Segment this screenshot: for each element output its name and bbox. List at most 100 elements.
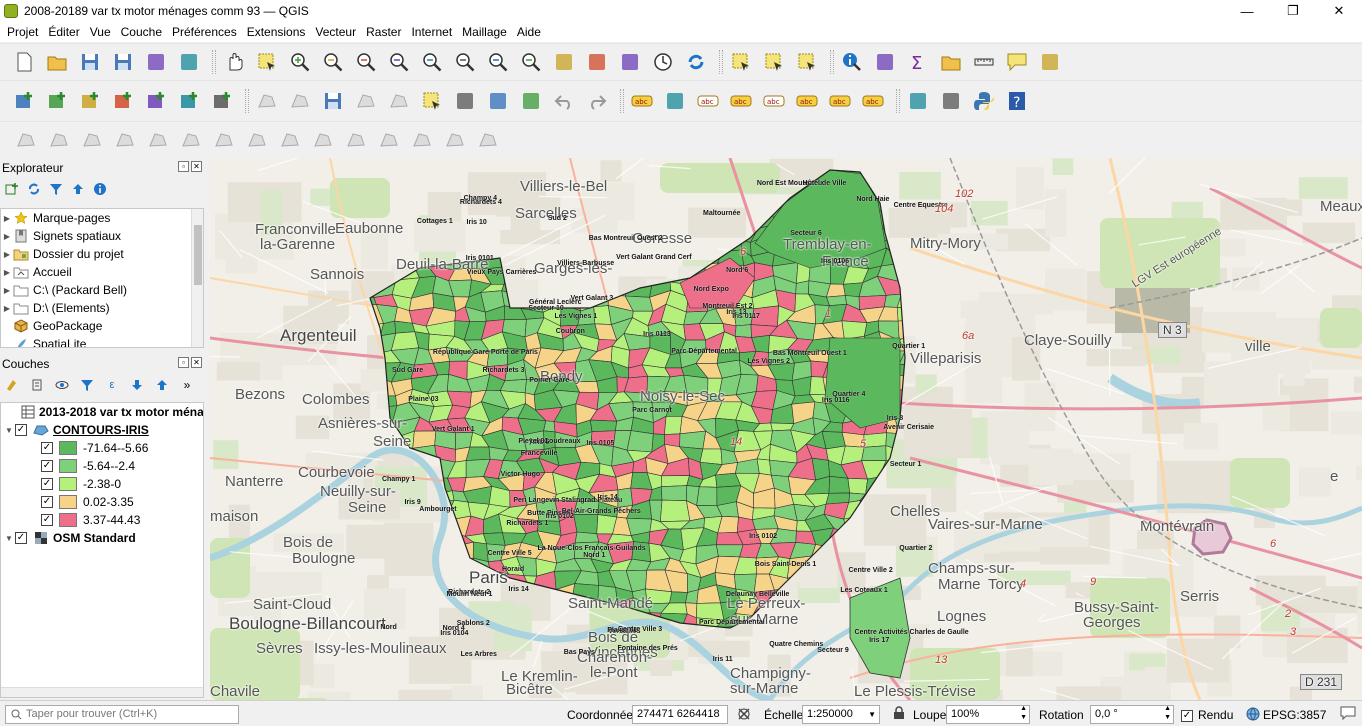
rotation-spinbox[interactable]: 0,0 ° ▲ ▼ <box>1090 705 1174 724</box>
reshape-icon[interactable] <box>179 128 203 152</box>
render-checkbox[interactable]: ✓ <box>1181 707 1193 722</box>
map-canvas[interactable]: Villiers-le-Bel Sarcelles Eaubonne Franconv… <box>210 158 1362 700</box>
save-as-icon[interactable] <box>111 50 135 74</box>
metasearch-icon[interactable] <box>906 89 930 113</box>
delete-ring-icon[interactable] <box>113 128 137 152</box>
locator-icon[interactable] <box>1038 50 1062 74</box>
menu-maillage[interactable]: Maillage <box>457 25 512 39</box>
add-spatialite-icon[interactable] <box>111 89 135 113</box>
merge-attributes-icon[interactable] <box>344 128 368 152</box>
zoom-last-icon[interactable] <box>486 50 510 74</box>
zoom-to-selection-icon[interactable] <box>387 50 411 74</box>
vertex-tool-icon[interactable] <box>387 89 411 113</box>
copy-features-icon[interactable] <box>486 89 510 113</box>
legend-checkbox[interactable]: ✓ <box>41 478 53 490</box>
chevron-down-icon[interactable]: ▼ <box>868 706 876 723</box>
zoom-native-icon[interactable] <box>453 50 477 74</box>
add-part-icon[interactable] <box>443 128 467 152</box>
statistics-icon[interactable]: Σ <box>906 50 930 74</box>
label-toolbar-icon[interactable]: abc <box>630 89 654 113</box>
toolbar-grip[interactable] <box>896 89 900 113</box>
legend-item-0[interactable]: ✓ -71.64--5.66 <box>1 439 203 457</box>
collapse-all-icon[interactable] <box>154 377 170 393</box>
crs-globe-icon[interactable] <box>1246 707 1260 724</box>
toggle-extents-icon[interactable] <box>736 706 752 725</box>
explorer-item-1[interactable]: ▶ Signets spatiaux <box>1 227 203 245</box>
add-ring-icon[interactable] <box>47 128 71 152</box>
split-parts-icon[interactable] <box>278 128 302 152</box>
info-icon[interactable] <box>92 181 108 197</box>
add-wms-icon[interactable] <box>144 89 168 113</box>
visibility-icon[interactable] <box>54 377 70 393</box>
add-selected-layers-icon[interactable] <box>4 181 20 197</box>
refresh-icon[interactable] <box>684 50 708 74</box>
show-hide-labels-icon[interactable]: abc <box>762 89 786 113</box>
rotate-label-icon[interactable]: abc <box>828 89 852 113</box>
add-delimited-text-icon[interactable] <box>78 89 102 113</box>
close-panel-button[interactable]: ✕ <box>191 357 202 368</box>
restore-button[interactable]: ❐ <box>1270 0 1316 22</box>
legend-item-1[interactable]: ✓ -5.64--2.4 <box>1 457 203 475</box>
offset-curve-icon[interactable] <box>212 128 236 152</box>
merge-features-icon[interactable] <box>311 128 335 152</box>
menu-editer[interactable]: Éditer <box>43 25 84 39</box>
explorer-scrollbar[interactable] <box>191 209 203 347</box>
deselect-icon[interactable] <box>795 50 819 74</box>
layer-visibility-checkbox[interactable]: ✓ <box>15 532 27 544</box>
measure-icon[interactable] <box>972 50 996 74</box>
field-calculator-icon[interactable] <box>873 50 897 74</box>
add-raster-layer-icon[interactable] <box>45 89 69 113</box>
undo-icon[interactable] <box>552 89 576 113</box>
collapse-arrow-icon[interactable]: ▼ <box>3 534 15 543</box>
float-panel-button[interactable]: ▫ <box>178 161 189 172</box>
change-label-icon[interactable]: abc <box>861 89 885 113</box>
pin-labels-icon[interactable]: abc <box>729 89 753 113</box>
menu-aide[interactable]: Aide <box>512 25 546 39</box>
add-wfs-icon[interactable] <box>177 89 201 113</box>
zoom-in-icon[interactable] <box>288 50 312 74</box>
expand-arrow-icon[interactable]: ▶ <box>1 304 13 313</box>
pan-to-selection-icon[interactable] <box>255 50 279 74</box>
toolbar-grip[interactable] <box>212 50 216 74</box>
simplify-icon[interactable] <box>410 128 434 152</box>
geocode-icon[interactable] <box>939 89 963 113</box>
expand-all-icon[interactable] <box>129 377 145 393</box>
fill-ring-icon[interactable] <box>80 128 104 152</box>
crs-label[interactable]: EPSG:3857 <box>1263 708 1326 722</box>
filter-legend-icon[interactable] <box>79 377 95 393</box>
expand-arrow-icon[interactable]: ▶ <box>1 268 13 277</box>
toolbar-grip[interactable] <box>830 50 834 74</box>
new-project-icon[interactable] <box>12 50 36 74</box>
annotation-icon[interactable] <box>1005 50 1029 74</box>
close-window-button[interactable]: ✕ <box>1316 0 1362 22</box>
float-panel-button[interactable]: ▫ <box>178 357 189 368</box>
legend-checkbox[interactable]: ✓ <box>41 442 53 454</box>
explorer-item-7[interactable]: SpatiaLite <box>1 335 203 347</box>
menu-vue[interactable]: Vue <box>85 25 116 39</box>
menu-internet[interactable]: Internet <box>406 25 457 39</box>
new-map-view-icon[interactable] <box>618 50 642 74</box>
expand-arrow-icon[interactable]: ▶ <box>1 250 13 259</box>
cut-features-icon[interactable] <box>453 89 477 113</box>
filter-expression-icon[interactable]: ε <box>104 377 120 393</box>
attribute-table-select-icon[interactable] <box>762 50 786 74</box>
rotate-point-icon[interactable] <box>377 128 401 152</box>
legend-checkbox[interactable]: ✓ <box>41 514 53 526</box>
delete-selected-icon[interactable] <box>420 89 444 113</box>
paste-features-icon[interactable] <box>519 89 543 113</box>
style-manager-icon[interactable] <box>177 50 201 74</box>
collapse-arrow-icon[interactable]: ▼ <box>3 426 15 435</box>
scale-combobox[interactable]: 1:250000 ▼ <box>802 705 880 724</box>
legend-item-4[interactable]: ✓ 3.37-44.43 <box>1 511 203 529</box>
lock-scale-icon[interactable] <box>893 706 905 723</box>
more-tools-icon[interactable]: » <box>179 377 195 393</box>
zoom-out-icon[interactable] <box>321 50 345 74</box>
open-project-icon[interactable] <box>45 50 69 74</box>
legend-checkbox[interactable]: ✓ <box>41 460 53 472</box>
diagram-icon[interactable] <box>663 89 687 113</box>
style-layer-icon[interactable] <box>4 377 20 393</box>
toolbar-grip[interactable] <box>719 50 723 74</box>
zoom-full-icon[interactable] <box>354 50 378 74</box>
layer-contours-iris[interactable]: ▼ ✓ CONTOURS-IRIS <box>1 421 203 439</box>
refresh-icon[interactable] <box>26 181 42 197</box>
